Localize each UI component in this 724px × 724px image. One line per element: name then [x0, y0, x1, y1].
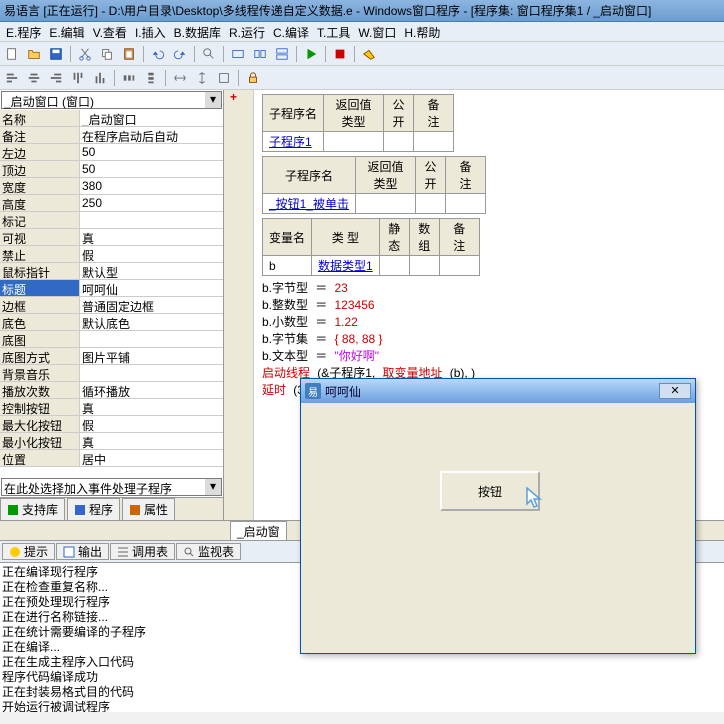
property-row[interactable]: 名称_启动窗口: [0, 110, 223, 127]
dist-v-icon[interactable]: [141, 68, 161, 88]
property-row[interactable]: 边框普通固定边框: [0, 297, 223, 314]
property-row[interactable]: 宽度380: [0, 178, 223, 195]
same-size-icon[interactable]: [214, 68, 234, 88]
menu-view[interactable]: V.查看: [91, 24, 129, 39]
tab-startup-window[interactable]: _启动窗: [230, 521, 287, 540]
align-left-icon[interactable]: [2, 68, 22, 88]
breakpoint-cross-icon: +: [224, 90, 243, 104]
same-w-icon[interactable]: [170, 68, 190, 88]
property-grid[interactable]: 名称_启动窗口备注在程序启动后自动左边50顶边50宽度380高度250标记可视真…: [0, 110, 223, 477]
align-center-icon[interactable]: [24, 68, 44, 88]
open-icon[interactable]: [24, 44, 44, 64]
chevron-down-icon[interactable]: ▾: [205, 92, 221, 108]
code-line: b.整数型 ＝ 123456: [262, 297, 720, 314]
rect2-icon[interactable]: [250, 44, 270, 64]
property-row[interactable]: 左边50: [0, 144, 223, 161]
rect1-icon[interactable]: [228, 44, 248, 64]
property-row[interactable]: 顶边50: [0, 161, 223, 178]
property-row[interactable]: 播放次数循环播放: [0, 382, 223, 399]
property-row[interactable]: 禁止假: [0, 246, 223, 263]
run-icon[interactable]: [301, 44, 321, 64]
tab-watch[interactable]: 监视表: [176, 543, 241, 560]
align-right-icon[interactable]: [46, 68, 66, 88]
chevron-down-icon[interactable]: ▾: [205, 479, 221, 495]
menu-run[interactable]: R.运行: [227, 24, 267, 39]
code-line: b.字节集 ＝ { 88, 88 }: [262, 331, 720, 348]
property-row[interactable]: 鼠标指针默认型: [0, 263, 223, 280]
menu-compile[interactable]: C.编译: [271, 24, 311, 39]
left-panel-tabs: 支持库 程序 属性: [0, 497, 223, 520]
properties-panel: _启动窗口 (窗口) ▾ 名称_启动窗口备注在程序启动后自动左边50顶边50宽度…: [0, 90, 224, 520]
redo-icon[interactable]: [170, 44, 190, 64]
paste-icon[interactable]: [119, 44, 139, 64]
subroutine-table-2: 子程序名返回值类型公开备 注 _按钮1_被单击: [262, 156, 486, 214]
code-line: b.文本型 ＝ "你好啊": [262, 348, 720, 365]
dist-h-icon[interactable]: [119, 68, 139, 88]
object-selector-text: _启动窗口 (窗口): [2, 92, 205, 108]
toolbar-1: [0, 42, 724, 66]
close-button[interactable]: ✕: [659, 383, 691, 399]
runtime-window[interactable]: 易 呵呵仙 ✕ 按钮: [300, 378, 696, 654]
toolbar-2: [0, 66, 724, 90]
property-row[interactable]: 备注在程序启动后自动: [0, 127, 223, 144]
property-row[interactable]: 标题呵呵仙: [0, 280, 223, 297]
new-icon[interactable]: [2, 44, 22, 64]
property-row[interactable]: 底图方式图片平铺: [0, 348, 223, 365]
property-row[interactable]: 高度250: [0, 195, 223, 212]
variable-table: 变量名类 型静态数组备 注 b数据类型1: [262, 218, 480, 276]
tab-properties[interactable]: 属性: [122, 498, 175, 520]
menu-window[interactable]: W.窗口: [356, 24, 398, 39]
menu-database[interactable]: B.数据库: [172, 24, 223, 39]
property-row[interactable]: 底色默认底色: [0, 314, 223, 331]
runtime-title: 呵呵仙: [321, 383, 659, 400]
align-bottom-icon[interactable]: [90, 68, 110, 88]
menubar: E.程序 E.编辑 V.查看 I.插入 B.数据库 R.运行 C.编译 T.工具…: [0, 22, 724, 42]
tab-tips[interactable]: 提示: [2, 543, 55, 560]
lock-icon[interactable]: [243, 68, 263, 88]
property-row[interactable]: 位置居中: [0, 450, 223, 467]
property-row[interactable]: 控制按钮真: [0, 399, 223, 416]
rect3-icon[interactable]: [272, 44, 292, 64]
cut-icon[interactable]: [75, 44, 95, 64]
menu-tools[interactable]: T.工具: [315, 24, 352, 39]
tab-program[interactable]: 程序: [67, 498, 120, 520]
menu-program[interactable]: E.程序: [4, 24, 43, 39]
find-icon[interactable]: [199, 44, 219, 64]
runtime-button[interactable]: 按钮: [440, 471, 540, 511]
align-top-icon[interactable]: [68, 68, 88, 88]
event-selector[interactable]: 在此处选择加入事件处理子程序 ▾: [1, 478, 222, 496]
object-selector[interactable]: _启动窗口 (窗口) ▾: [1, 91, 222, 109]
property-row[interactable]: 最大化按钮假: [0, 416, 223, 433]
knife-icon[interactable]: [359, 44, 379, 64]
subroutine-table-1: 子程序名返回值类型公开备 注 子程序1: [262, 94, 454, 152]
menu-insert[interactable]: I.插入: [133, 24, 168, 39]
close-icon: ✕: [670, 385, 679, 397]
same-h-icon[interactable]: [192, 68, 212, 88]
code-gutter: +: [224, 90, 254, 520]
property-row[interactable]: 最小化按钮真: [0, 433, 223, 450]
menu-help[interactable]: H.帮助: [402, 24, 442, 39]
tab-output[interactable]: 输出: [56, 543, 109, 560]
property-row[interactable]: 底图: [0, 331, 223, 348]
window-titlebar: 易语言 [正在运行] - D:\用户目录\Desktop\多线程传递自定义数据.…: [0, 0, 724, 22]
copy-icon[interactable]: [97, 44, 117, 64]
code-line: b.字节型 ＝ 23: [262, 280, 720, 297]
tab-library[interactable]: 支持库: [0, 498, 65, 520]
stop-icon[interactable]: [330, 44, 350, 64]
runtime-titlebar[interactable]: 易 呵呵仙 ✕: [301, 379, 695, 403]
property-row[interactable]: 标记: [0, 212, 223, 229]
property-row[interactable]: 可视真: [0, 229, 223, 246]
undo-icon[interactable]: [148, 44, 168, 64]
menu-edit[interactable]: E.编辑: [47, 24, 86, 39]
tab-calltable[interactable]: 调用表: [110, 543, 175, 560]
property-row[interactable]: 背景音乐: [0, 365, 223, 382]
code-line: b.小数型 ＝ 1.22: [262, 314, 720, 331]
app-icon: 易: [305, 383, 321, 399]
save-icon[interactable]: [46, 44, 66, 64]
